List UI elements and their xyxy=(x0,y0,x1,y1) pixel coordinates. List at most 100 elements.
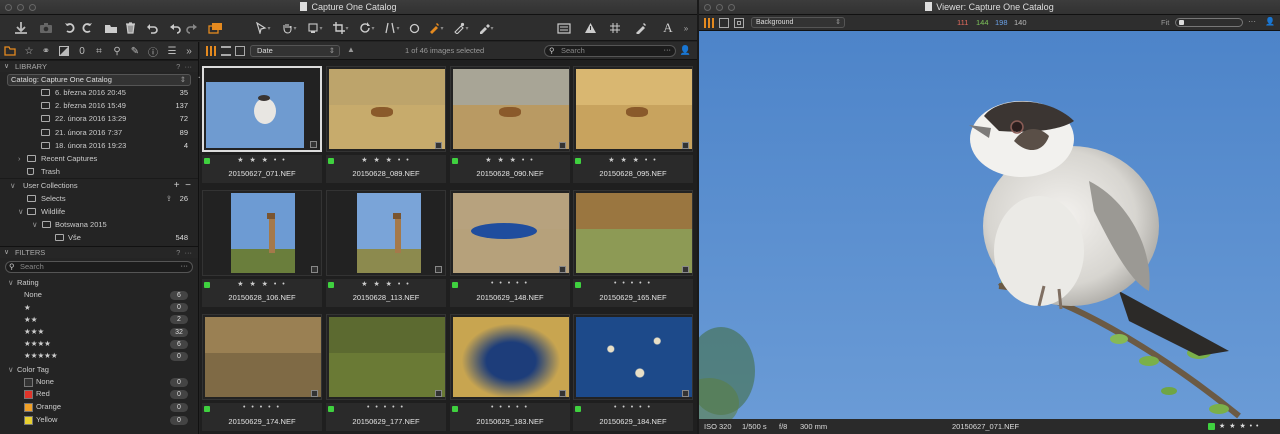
single-view-icon[interactable] xyxy=(719,18,729,28)
colortag-filter-item[interactable]: None 0 xyxy=(0,376,198,389)
thumbnail-cell[interactable]: ★ ★ ★ • • 20150628_095.NEF xyxy=(573,66,693,184)
colortag-filter-item[interactable]: Yellow 0 xyxy=(0,414,198,427)
thumbnail-frame[interactable] xyxy=(326,66,446,152)
thumbnail-rating[interactable]: ★ ★ ★ • • xyxy=(202,156,322,164)
rating-filter-item[interactable]: ★★ 2 xyxy=(0,314,198,326)
info-tab-icon[interactable]: ⓘ xyxy=(147,45,159,59)
thumbnail-cell[interactable]: ★ ★ ★ • • 20150628_090.NEF xyxy=(450,66,570,184)
thumbnail-rating[interactable]: • • • • • xyxy=(573,404,693,411)
import-item[interactable]: 6. března 2016 20:45 35 xyxy=(0,86,198,99)
filter-search-input[interactable]: ⚲ Search ··· xyxy=(5,261,193,274)
import-button[interactable] xyxy=(12,19,30,37)
thumbnail-rating[interactable]: • • • • • xyxy=(326,404,446,411)
vse-album-item[interactable]: Vše 548 xyxy=(0,231,198,244)
text-tool-icon[interactable]: A xyxy=(660,19,676,37)
import-item[interactable]: 18. února 2016 19:23 4 xyxy=(0,139,198,152)
details-tab-icon[interactable]: ⚲ xyxy=(111,45,123,57)
thumbnail-rating[interactable]: • • • • • xyxy=(450,404,570,411)
rotate-tool-icon[interactable]: ▾ xyxy=(359,19,375,37)
catalog-select[interactable]: Catalog: Capture One Catalog⇕+ xyxy=(7,74,204,86)
trash-item[interactable]: Trash xyxy=(0,165,198,178)
crop-tab-icon[interactable]: ⌗ xyxy=(93,45,105,57)
crop-tool-icon[interactable]: ▾ xyxy=(333,19,349,37)
thumbnail-frame[interactable] xyxy=(326,190,446,276)
viewer-rating[interactable]: ★ ★ ★ • • xyxy=(1219,419,1260,434)
thumbnail-frame[interactable] xyxy=(450,314,570,400)
list-view-icon[interactable] xyxy=(221,46,231,56)
thumbnail-frame[interactable] xyxy=(450,190,570,276)
exposure-tab-icon[interactable] xyxy=(58,45,70,57)
camera-icon[interactable] xyxy=(37,19,55,37)
keystone-tool-icon[interactable]: ▾ xyxy=(384,19,400,37)
thumbnail-frame[interactable] xyxy=(573,314,693,400)
zoom-slider[interactable] xyxy=(1175,18,1243,27)
batch-tab-icon[interactable]: ☰ xyxy=(166,45,178,57)
filmstrip-view-icon[interactable] xyxy=(235,46,245,56)
compare-view-icon[interactable] xyxy=(734,18,744,28)
more-tabs-icon[interactable]: » xyxy=(183,45,195,57)
grid-view-icon[interactable] xyxy=(206,46,216,56)
redo-rotate-icon[interactable] xyxy=(80,19,94,37)
zoom-slider-thumb[interactable] xyxy=(1179,20,1184,25)
colortag-filter-item[interactable]: Orange 0 xyxy=(0,401,198,414)
pointer-tool-icon[interactable]: ▾ xyxy=(255,19,271,37)
edit-brush-icon[interactable] xyxy=(633,19,649,37)
rating-filter-item[interactable]: ★★★★★ 0 xyxy=(0,350,198,362)
grid-view-icon[interactable] xyxy=(704,18,714,28)
thumbnail-cell[interactable]: • • • • • 20150629_148.NEF xyxy=(450,190,570,308)
rating-filter-item[interactable]: ★★★★ 6 xyxy=(0,338,198,350)
star-tab-icon[interactable]: ☆ xyxy=(23,45,35,57)
main-viewer-image[interactable] xyxy=(699,31,1280,419)
undo-icon[interactable] xyxy=(145,19,159,37)
botswana-project-item[interactable]: ∨ Botswana 2015 xyxy=(0,218,198,231)
colortag-filter-header[interactable]: ∨ Color Tag xyxy=(0,363,198,376)
trash-icon[interactable] xyxy=(123,19,137,37)
library-section-header[interactable]: ∨ LIBRARY ? ··· xyxy=(0,60,198,72)
sort-direction-icon[interactable]: ▲ xyxy=(347,45,355,54)
thumbnail-frame[interactable] xyxy=(573,66,693,152)
background-select[interactable]: Background ⇕ xyxy=(751,17,845,28)
brush-tool-icon[interactable]: ▾ xyxy=(428,19,444,37)
user-icon[interactable]: 👤 xyxy=(680,45,691,56)
section-options-icon[interactable]: ? ··· xyxy=(176,61,192,73)
filters-section-header[interactable]: ∨ FILTERS ? ··· xyxy=(0,246,198,259)
crop-select-icon[interactable]: ▾ xyxy=(307,19,323,37)
rating-filter-item[interactable]: None 6 xyxy=(0,289,198,301)
annotate-tool-icon[interactable]: ▾ xyxy=(478,19,494,37)
exposure-warning-icon[interactable] xyxy=(582,19,598,37)
user-collections-item[interactable]: ∨ User Collections + − xyxy=(0,178,198,191)
sort-select[interactable]: Date ⇕ xyxy=(250,45,340,57)
rating-filter-item[interactable]: ★ 0 xyxy=(0,302,198,314)
thumbnail-cell[interactable]: ★ ★ ★ • • 20150628_106.NEF xyxy=(202,190,322,308)
colortag-filter-item[interactable]: Red 0 xyxy=(0,388,198,401)
thumbnail-rating[interactable]: ★ ★ ★ • • xyxy=(450,156,570,164)
back-icon[interactable] xyxy=(168,19,182,37)
user-icon[interactable]: 👤 xyxy=(1265,17,1275,26)
color-tab-icon[interactable]: ⚭ xyxy=(40,45,52,57)
selects-album-item[interactable]: Selects ⇪ 26 xyxy=(0,192,198,205)
picker-tool-icon[interactable]: ▾ xyxy=(453,19,469,37)
circle-tool-icon[interactable] xyxy=(408,19,420,37)
brush-tab-icon[interactable]: ✎ xyxy=(129,45,141,57)
thumbnail-cell[interactable]: • • • • • 20150629_177.NEF xyxy=(326,314,446,432)
thumbnail-rating[interactable]: ★ ★ ★ • • xyxy=(326,156,446,164)
lens-tab-icon[interactable]: 0 xyxy=(76,45,88,57)
rating-filter-item[interactable]: ★★★ 32 xyxy=(0,326,198,338)
thumbnail-frame[interactable] xyxy=(450,66,570,152)
import-item[interactable]: 21. února 2016 7:37 89 xyxy=(0,126,198,139)
thumbnail-cell[interactable]: ★ ★ ★ • • 20150628_089.NEF xyxy=(326,66,446,184)
thumbnail-frame[interactable] xyxy=(202,314,322,400)
variants-icon[interactable] xyxy=(207,19,223,37)
thumbnail-rating[interactable]: ★ ★ ★ • • xyxy=(326,280,446,288)
import-item[interactable]: 22. února 2016 13:29 72 xyxy=(0,112,198,125)
pan-tool-icon[interactable]: ▾ xyxy=(281,19,297,37)
browser-search-input[interactable]: ⚲ Search ··· xyxy=(544,45,676,57)
toolbar-overflow-icon[interactable]: » xyxy=(681,19,691,37)
search-options-icon[interactable]: ··· xyxy=(181,261,189,271)
thumbnail-rating[interactable]: ★ ★ ★ • • xyxy=(202,280,322,288)
wildlife-group-item[interactable]: ∨ Wildlife xyxy=(0,205,198,218)
thumbnail-rating[interactable]: • • • • • xyxy=(573,280,693,287)
viewer-layout-icon[interactable] xyxy=(556,19,572,37)
thumbnail-frame[interactable] xyxy=(573,190,693,276)
section-options-icon[interactable]: ? ··· xyxy=(176,247,192,259)
